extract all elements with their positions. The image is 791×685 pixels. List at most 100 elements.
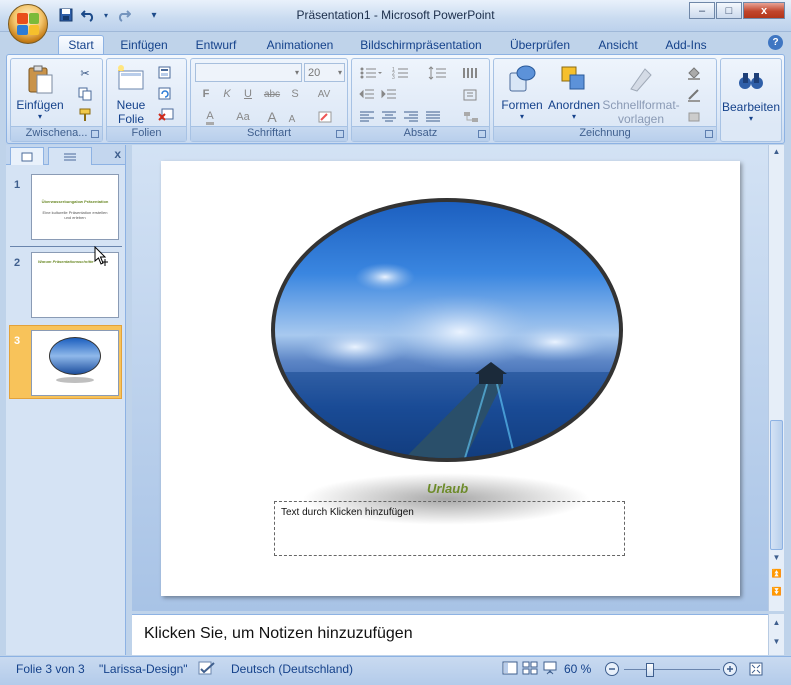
close-pane-button[interactable]: x: [114, 147, 121, 161]
zoom-slider-thumb[interactable]: [646, 663, 654, 677]
tab-ueberpruefen[interactable]: Überprüfen: [502, 35, 578, 54]
scroll-down-icon[interactable]: ▼: [770, 553, 783, 566]
tab-entwurf[interactable]: Entwurf: [188, 35, 244, 54]
slide-sorter-icon[interactable]: [522, 661, 538, 678]
paste-dropdown-icon: ▾: [37, 112, 42, 121]
normal-view-icon[interactable]: [502, 661, 518, 678]
tab-ansicht[interactable]: Ansicht: [592, 35, 644, 54]
maximize-button[interactable]: □: [716, 2, 742, 19]
columns-icon[interactable]: [460, 65, 486, 81]
notes-scrollbar[interactable]: ▲ ▼: [768, 614, 784, 655]
align-right-icon[interactable]: [402, 109, 420, 125]
clear-formatting-icon[interactable]: [316, 109, 334, 125]
vertical-scrollbar[interactable]: ▲ ▼ ⏫ ⏬: [768, 145, 784, 611]
clipboard-launcher-icon[interactable]: [91, 130, 99, 138]
shape-fill-icon[interactable]: [684, 65, 710, 81]
zoom-out-icon[interactable]: [604, 661, 620, 680]
fit-to-window-icon[interactable]: [748, 661, 764, 680]
layout-icon[interactable]: [157, 65, 175, 81]
current-slide[interactable]: Urlaub Text durch Klicken hinzufügen: [161, 161, 740, 596]
format-painter-icon[interactable]: [76, 107, 94, 123]
quick-styles-label-2: vorlagen: [617, 112, 665, 126]
arrange-label: Anordnen: [547, 98, 601, 112]
scroll-thumb[interactable]: [770, 420, 783, 550]
change-case-button[interactable]: Aa: [229, 109, 257, 125]
tab-outline[interactable]: [48, 147, 92, 165]
edit-button[interactable]: Bearbeiten ▾: [721, 65, 781, 123]
slide-thumb-1[interactable]: Überwasserbungalow Präsentation Eine kul…: [31, 174, 119, 240]
tab-einfuegen[interactable]: Einfügen: [112, 35, 176, 54]
language-indicator[interactable]: Deutsch (Deutschland): [231, 662, 353, 676]
shape-effects-icon[interactable]: [684, 109, 710, 125]
justify-icon[interactable]: [424, 109, 442, 125]
notes-scroll-up-icon[interactable]: ▲: [769, 618, 784, 627]
numbering-icon[interactable]: 123: [390, 65, 416, 81]
line-spacing-icon[interactable]: [426, 65, 452, 81]
drawing-launcher-icon[interactable]: [705, 130, 713, 138]
align-center-icon[interactable]: [380, 109, 398, 125]
paragraph-launcher-icon[interactable]: [478, 130, 486, 138]
tab-bildschirmpraesentation[interactable]: Bildschirmpräsentation: [356, 35, 486, 54]
grow-font-button[interactable]: A: [263, 109, 281, 125]
zoom-slider-track[interactable]: [624, 669, 720, 670]
close-button[interactable]: x: [743, 2, 785, 19]
spellcheck-icon[interactable]: [198, 661, 216, 680]
font-size-dropdown-icon: ▾: [337, 68, 342, 77]
shrink-font-button[interactable]: A: [283, 111, 301, 127]
shapes-button[interactable]: Formen ▾: [498, 63, 546, 121]
reset-slide-icon[interactable]: [157, 86, 175, 102]
paste-button[interactable]: Einfügen ▾: [15, 63, 65, 121]
theme-name[interactable]: "Larissa-Design": [99, 662, 188, 676]
italic-button[interactable]: K: [218, 86, 236, 102]
zoom-level[interactable]: 60 %: [564, 662, 591, 676]
arrange-button[interactable]: Anordnen ▾: [546, 63, 602, 121]
underline-button[interactable]: U: [239, 86, 257, 102]
mouse-cursor-icon: [94, 246, 108, 266]
zoom-in-icon[interactable]: [722, 661, 738, 680]
font-color-button[interactable]: A: [197, 109, 223, 125]
font-launcher-icon[interactable]: [336, 130, 344, 138]
shape-outline-icon[interactable]: [684, 87, 710, 103]
slideshow-icon[interactable]: [542, 661, 558, 678]
text-placeholder[interactable]: Text durch Klicken hinzufügen: [274, 501, 625, 556]
shadow-button[interactable]: S: [286, 86, 304, 102]
thumb-3-reflection: [56, 377, 94, 383]
title-bar: ▾ ▾ Präsentation1 - Microsoft PowerPoint…: [0, 0, 791, 32]
help-icon[interactable]: ?: [768, 35, 783, 50]
minimize-button[interactable]: –: [689, 2, 715, 19]
slides-label-text: Folien: [131, 127, 162, 139]
strikethrough-button[interactable]: abc: [261, 86, 283, 102]
tab-addins[interactable]: Add-Ins: [658, 35, 714, 54]
font-color-letter: A: [206, 110, 214, 125]
slide-caption[interactable]: Urlaub: [427, 481, 468, 496]
binoculars-icon: [739, 73, 763, 89]
cut-icon[interactable]: ✂: [76, 65, 94, 81]
align-left-icon[interactable]: [358, 109, 376, 125]
tab-slides[interactable]: [10, 147, 44, 165]
slide-thumb-3[interactable]: [31, 330, 119, 396]
new-slide-button[interactable]: Neue Folie: [110, 63, 152, 126]
bold-button[interactable]: F: [197, 86, 215, 102]
quick-styles-button[interactable]: Schnellformat- vorlagen: [602, 63, 680, 126]
font-name-dropdown-icon: ▾: [294, 68, 299, 77]
next-slide-icon[interactable]: ⏬: [770, 587, 783, 603]
character-spacing-button[interactable]: AV: [311, 86, 337, 102]
tab-animationen[interactable]: Animationen: [258, 35, 342, 54]
tab-start[interactable]: Start: [58, 35, 104, 54]
bullets-icon[interactable]: [358, 65, 384, 81]
office-button[interactable]: [8, 4, 48, 44]
font-size-combo[interactable]: 20 ▾: [304, 63, 345, 82]
decrease-indent-icon[interactable]: [358, 87, 376, 103]
text-direction-icon[interactable]: [460, 87, 484, 103]
copy-icon[interactable]: [76, 86, 94, 102]
vacation-photo[interactable]: [271, 198, 623, 462]
scroll-up-icon[interactable]: ▲: [770, 147, 783, 160]
smartart-icon[interactable]: [460, 109, 484, 125]
notes-pane[interactable]: Klicken Sie, um Notizen hinzuzufügen: [132, 614, 768, 655]
delete-slide-icon[interactable]: [157, 107, 175, 123]
increase-indent-icon[interactable]: [380, 87, 398, 103]
drawing-label-text: Zeichnung: [579, 127, 631, 139]
previous-slide-icon[interactable]: ⏫: [770, 569, 783, 585]
font-name-combo[interactable]: ▾: [195, 63, 302, 82]
notes-scroll-down-icon[interactable]: ▼: [769, 637, 784, 646]
